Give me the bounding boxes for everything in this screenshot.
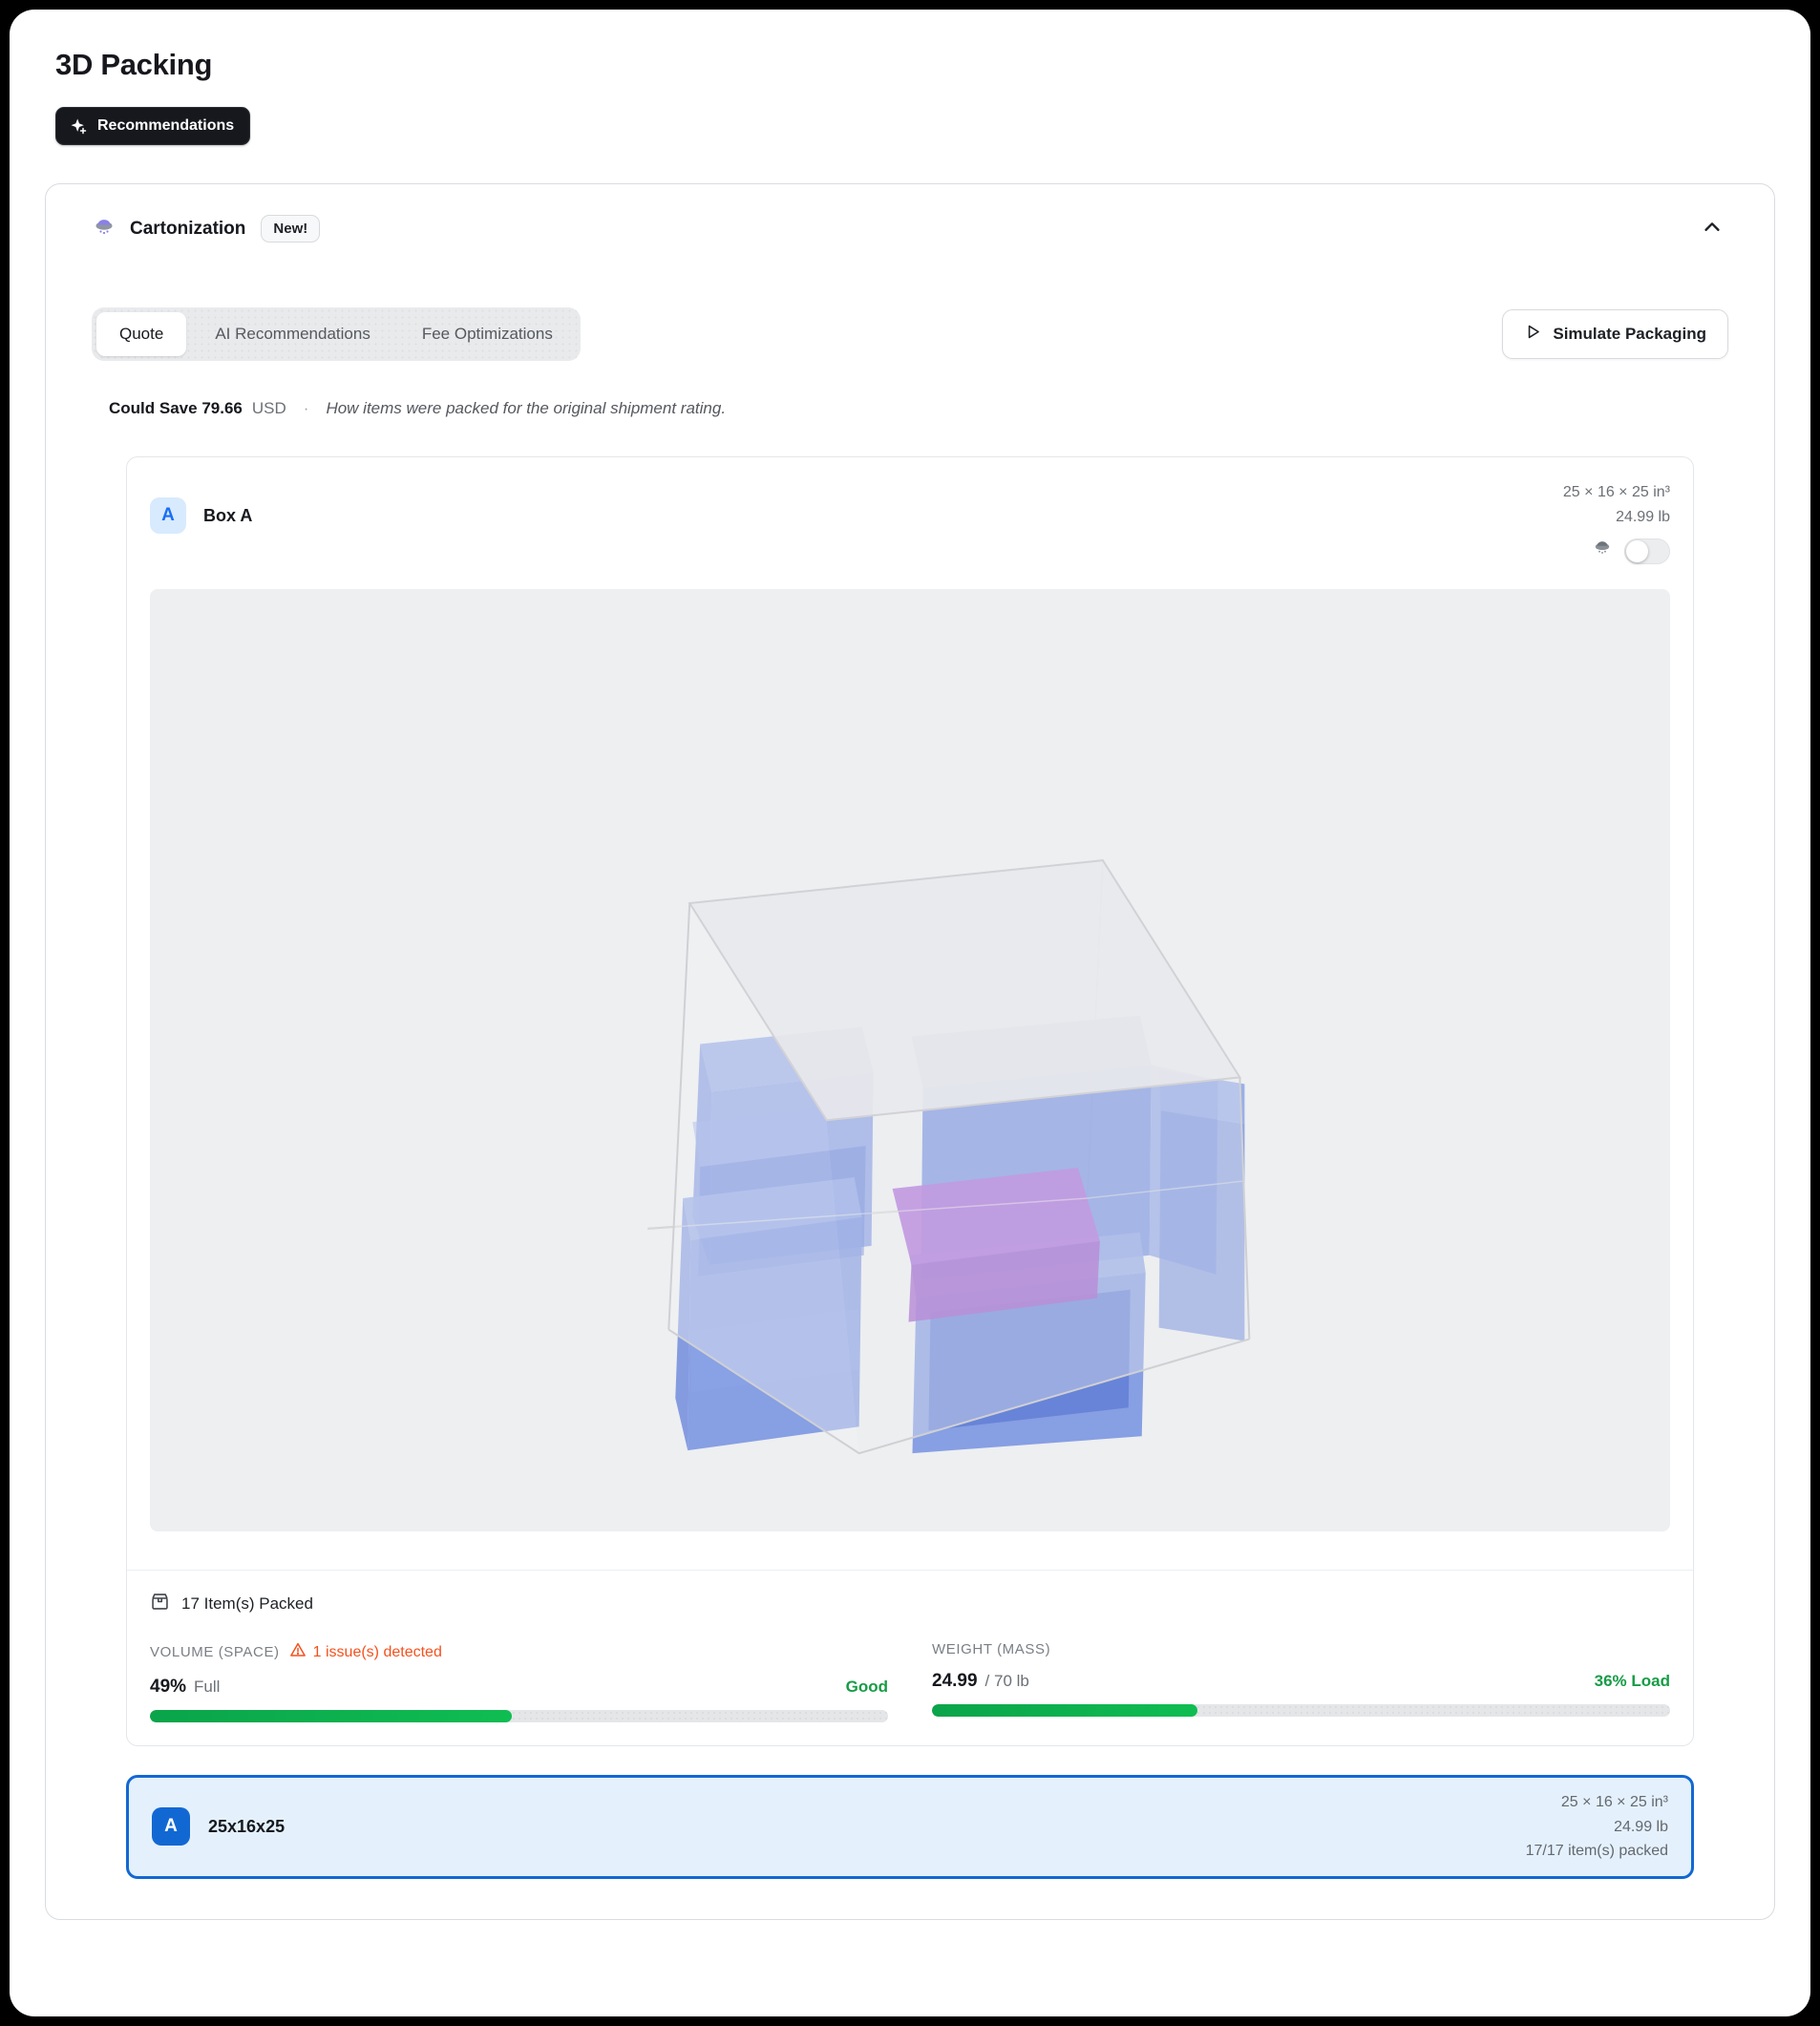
warning-icon [289, 1641, 307, 1663]
volume-progress-track [150, 1710, 888, 1722]
weight-stat: WEIGHT (MASS) 24.99 / 70 lb 36% Load [932, 1641, 1670, 1722]
volume-percent: 49% [150, 1677, 186, 1698]
cartonization-card: Cartonization New! Quote AI Recommendati… [45, 183, 1775, 1920]
items-packed-row: 17 Item(s) Packed [150, 1592, 1670, 1616]
box-meta: 25 × 16 × 25 in³ 24.99 lb [1563, 480, 1670, 566]
issue-text: 1 issue(s) detected [313, 1644, 442, 1661]
stats-grid: VOLUME (SPACE) 1 issue(s) detected [150, 1641, 1670, 1722]
container-box [668, 860, 1249, 1453]
selected-box-weight: 24.99 lb [1526, 1815, 1668, 1840]
box-weight: 24.99 lb [1563, 505, 1670, 530]
selected-box-card[interactable]: A 25x16x25 25 × 16 × 25 in³ 24.99 lb 17/… [126, 1775, 1694, 1879]
weight-progress-track [932, 1704, 1670, 1717]
toggle-knob [1626, 540, 1648, 562]
recommendations-button[interactable]: Recommendations [55, 107, 250, 145]
packing-3d-scene [150, 589, 1670, 1531]
box-dimensions: 25 × 16 × 25 in³ [1563, 480, 1670, 505]
selected-box-packed: 17/17 item(s) packed [1526, 1839, 1668, 1864]
weight-progress-fill [932, 1704, 1197, 1717]
simulate-packaging-button[interactable]: Simulate Packaging [1502, 309, 1728, 359]
savings-note: How items were packed for the original s… [326, 399, 726, 418]
visibility-toggle[interactable] [1624, 538, 1670, 564]
weight-capacity: / 70 lb [985, 1672, 1029, 1691]
selected-box-meta: 25 × 16 × 25 in³ 24.99 lb 17/17 item(s) … [1526, 1790, 1668, 1864]
tab-ai-recommendations[interactable]: AI Recommendations [192, 312, 393, 356]
savings-amount: Could Save 79.66 [109, 399, 243, 418]
selected-box-dimensions: 25 × 16 × 25 in³ [1526, 1790, 1668, 1815]
volume-status: Good [846, 1678, 888, 1697]
page-title: 3D Packing [55, 48, 1775, 82]
collapse-button[interactable] [1696, 211, 1728, 246]
new-badge: New! [261, 215, 320, 243]
selected-box-badge: A [152, 1807, 190, 1846]
simulate-packaging-label: Simulate Packaging [1553, 325, 1706, 344]
box-panel-footer: 17 Item(s) Packed VOLUME (SPACE) [127, 1570, 1693, 1745]
tab-quote[interactable]: Quote [96, 312, 186, 356]
page: 3D Packing Recommendations Cartonization [10, 10, 1810, 2016]
volume-stat: VOLUME (SPACE) 1 issue(s) detected [150, 1641, 888, 1722]
volume-progress-fill [150, 1710, 512, 1722]
weight-value: 24.99 [932, 1671, 978, 1692]
play-icon [1524, 323, 1542, 346]
packing-3d-canvas[interactable] [150, 589, 1670, 1531]
tab-group: Quote AI Recommendations Fee Optimizatio… [92, 307, 581, 361]
tab-fee-optimizations[interactable]: Fee Optimizations [399, 312, 576, 356]
box-panel-header: A Box A 25 × 16 × 25 in³ 24.99 lb [127, 457, 1693, 566]
ufo-gray-icon [1592, 537, 1613, 566]
box-panel: A Box A 25 × 16 × 25 in³ 24.99 lb [126, 456, 1694, 1746]
issue-flag: 1 issue(s) detected [289, 1641, 442, 1663]
package-icon [150, 1592, 170, 1616]
sparkle-icon [69, 116, 88, 136]
separator-dot: · [296, 399, 317, 418]
items-packed-label: 17 Item(s) Packed [181, 1594, 313, 1614]
chevron-up-icon [1702, 226, 1723, 241]
card-title: Cartonization [130, 219, 245, 240]
volume-suffix: Full [194, 1678, 220, 1697]
weight-load: 36% Load [1595, 1672, 1670, 1691]
savings-summary: Could Save 79.66 USD · How items were pa… [109, 399, 1728, 418]
savings-currency: USD [252, 399, 286, 418]
cartonization-header: Cartonization New! [92, 211, 1728, 246]
box-id-badge: A [150, 497, 186, 534]
ufo-icon [92, 214, 116, 243]
box-name: Box A [203, 506, 252, 526]
selected-box-name: 25x16x25 [208, 1817, 285, 1837]
weight-label: WEIGHT (MASS) [932, 1641, 1050, 1657]
volume-label: VOLUME (SPACE) [150, 1644, 280, 1660]
recommendations-label: Recommendations [97, 117, 234, 135]
controls-row: Quote AI Recommendations Fee Optimizatio… [92, 307, 1728, 361]
